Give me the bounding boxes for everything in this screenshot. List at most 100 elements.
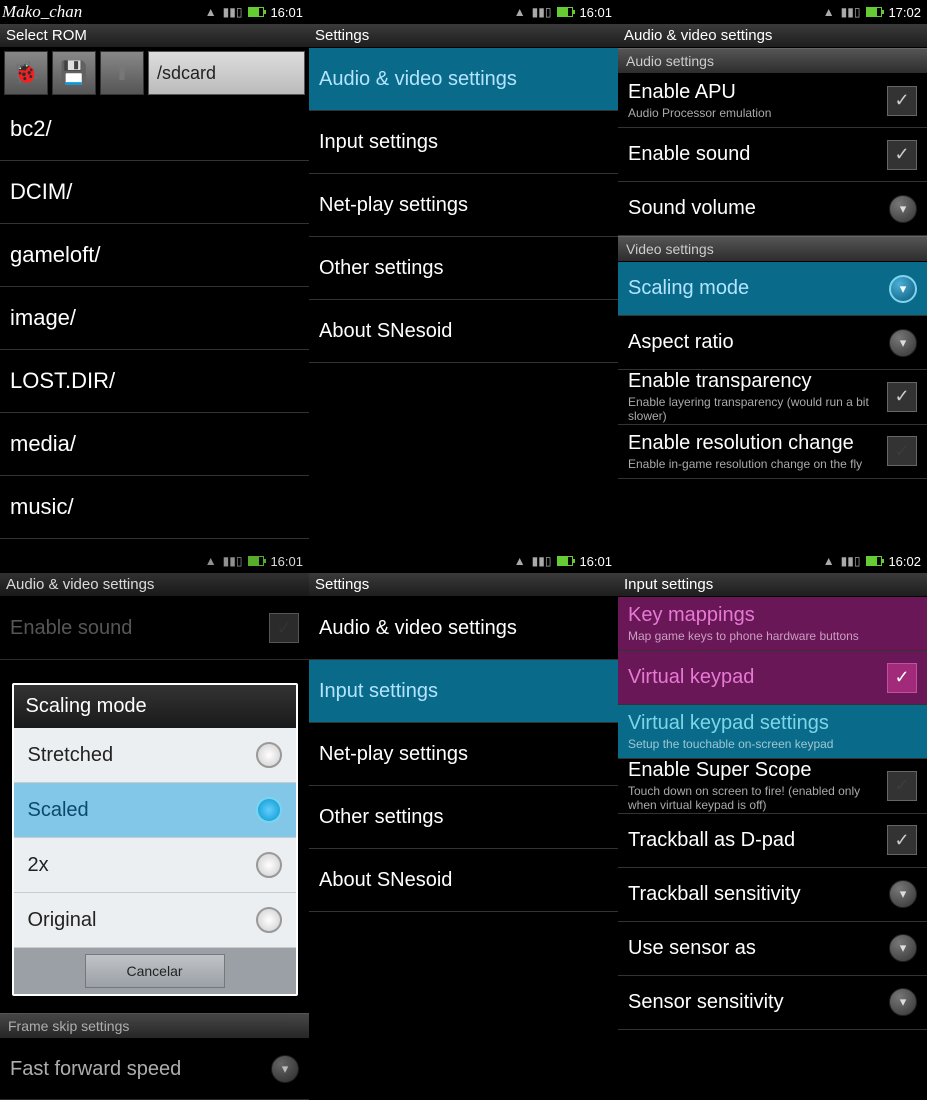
dialog-backdrop[interactable]: Scaling mode Stretched Scaled 2x Origina… — [0, 549, 309, 1100]
setting-sub: Audio Processor emulation — [628, 106, 887, 120]
row-virtual-keypad-settings[interactable]: Virtual keypad settingsSetup the touchab… — [618, 705, 927, 759]
radio[interactable] — [256, 797, 282, 823]
radio[interactable] — [256, 742, 282, 768]
chevron-down-icon[interactable] — [889, 195, 917, 223]
cancel-button[interactable]: Cancelar — [85, 954, 225, 988]
row-sensor-sensitivity[interactable]: Sensor sensitivity — [618, 976, 927, 1030]
row-enable-sound[interactable]: Enable sound — [618, 128, 927, 182]
rom-sdcard-icon[interactable]: 💾 — [52, 51, 96, 95]
rom-up-icon[interactable]: ⬆ — [100, 51, 144, 95]
row-virtual-keypad[interactable]: Virtual keypad — [618, 651, 927, 705]
settings-item-about[interactable]: About SNesoid — [309, 849, 618, 912]
battery-icon — [866, 7, 882, 17]
row-super-scope[interactable]: Enable Super ScopeTouch down on screen t… — [618, 759, 927, 814]
chevron-down-icon[interactable] — [889, 934, 917, 962]
setting-sub: Enable in-game resolution change on the … — [628, 457, 887, 471]
settings-item-label: Net-play settings — [319, 743, 608, 766]
signal-icon: ▮▮▯ — [532, 554, 552, 568]
statusbar: ▲ ▮▮▯ 16:02 — [618, 549, 927, 573]
rom-item[interactable]: media/ — [0, 413, 309, 476]
checkbox[interactable] — [887, 86, 917, 116]
signal-icon: ▮▮▯ — [223, 5, 243, 19]
settings-item-av[interactable]: Audio & video settings — [309, 48, 618, 111]
rom-app-icon[interactable]: 🐞 — [4, 51, 48, 95]
row-key-mappings[interactable]: Key mappingsMap game keys to phone hardw… — [618, 597, 927, 651]
checkbox[interactable] — [887, 771, 917, 801]
row-trackball-dpad[interactable]: Trackball as D-pad — [618, 814, 927, 868]
statusbar: ▲ ▮▮▯ 16:01 — [0, 0, 309, 24]
rom-item[interactable]: LOST.DIR/ — [0, 350, 309, 413]
rom-item[interactable]: gameloft/ — [0, 224, 309, 287]
settings-item-label: About SNesoid — [319, 869, 608, 892]
dialog-option-2x[interactable]: 2x — [14, 838, 296, 893]
settings-item-other[interactable]: Other settings — [309, 237, 618, 300]
dialog-option-scaled[interactable]: Scaled — [14, 783, 296, 838]
settings-item-netplay[interactable]: Net-play settings — [309, 723, 618, 786]
rom-path[interactable]: /sdcard — [148, 51, 305, 95]
statusbar: ▲ ▮▮▯ 17:02 — [618, 0, 927, 24]
settings-item-input[interactable]: Input settings — [309, 660, 618, 723]
settings-item-label: About SNesoid — [319, 320, 608, 343]
row-trackball-sensitivity[interactable]: Trackball sensitivity — [618, 868, 927, 922]
settings-item-av[interactable]: Audio & video settings — [309, 597, 618, 660]
row-enable-apu[interactable]: Enable APUAudio Processor emulation — [618, 74, 927, 128]
setting-sub: Enable layering transparency (would run … — [628, 395, 887, 424]
panel-scaling-dialog: ▲ ▮▮▯ 16:01 Audio & video settings Enabl… — [0, 549, 309, 1100]
panel-select-rom: Mako_chan ▲ ▮▮▯ 16:01 Select ROM 🐞 💾 ⬆ /… — [0, 0, 309, 549]
signal-icon: ▮▮▯ — [841, 5, 861, 19]
page-title: Select ROM — [0, 24, 309, 48]
settings-item-about[interactable]: About SNesoid — [309, 300, 618, 363]
row-scaling-mode[interactable]: Scaling mode — [618, 262, 927, 316]
rom-item[interactable]: bc2/ — [0, 98, 309, 161]
battery-icon — [557, 7, 573, 17]
setting-label: Sound volume — [628, 197, 889, 220]
settings-item-other[interactable]: Other settings — [309, 786, 618, 849]
chevron-down-icon[interactable] — [889, 880, 917, 908]
section-video: Video settings — [618, 236, 927, 262]
panel-settings-1: ▲ ▮▮▯ 16:01 Settings Audio & video setti… — [309, 0, 618, 549]
page-title: Settings — [309, 24, 618, 48]
dialog-option-label: 2x — [28, 854, 256, 877]
setting-label: Trackball sensitivity — [628, 883, 889, 906]
checkbox[interactable] — [887, 436, 917, 466]
wifi-icon: ▲ — [823, 554, 835, 568]
row-sound-volume[interactable]: Sound volume — [618, 182, 927, 236]
chevron-down-icon[interactable] — [889, 988, 917, 1016]
page-title: Settings — [309, 573, 618, 597]
battery-icon — [557, 556, 573, 566]
dialog-footer: Cancelar — [14, 948, 296, 994]
setting-sub: Map game keys to phone hardware buttons — [628, 629, 917, 643]
settings-list: Audio & video settings Input settings Ne… — [309, 48, 618, 549]
signal-icon: ▮▮▯ — [532, 5, 552, 19]
radio[interactable] — [256, 907, 282, 933]
settings-item-label: Input settings — [319, 131, 608, 154]
chevron-down-icon[interactable] — [889, 329, 917, 357]
checkbox[interactable] — [887, 382, 917, 412]
battery-icon — [866, 556, 882, 566]
checkbox[interactable] — [887, 663, 917, 693]
setting-label: Enable transparency — [628, 370, 887, 393]
panel-av-settings: ▲ ▮▮▯ 17:02 Audio & video settings Audio… — [618, 0, 927, 549]
setting-label: Virtual keypad — [628, 666, 887, 689]
checkbox[interactable] — [887, 140, 917, 170]
setting-sub: Setup the touchable on-screen keypad — [628, 737, 917, 751]
dialog-option-original[interactable]: Original — [14, 893, 296, 948]
checkbox[interactable] — [887, 825, 917, 855]
dialog-option-stretched[interactable]: Stretched — [14, 728, 296, 783]
row-aspect-ratio[interactable]: Aspect ratio — [618, 316, 927, 370]
row-use-sensor[interactable]: Use sensor as — [618, 922, 927, 976]
rom-item[interactable]: DCIM/ — [0, 161, 309, 224]
setting-label: Sensor sensitivity — [628, 991, 889, 1014]
row-transparency[interactable]: Enable transparencyEnable layering trans… — [618, 370, 927, 425]
chevron-down-icon[interactable] — [889, 275, 917, 303]
settings-item-label: Audio & video settings — [319, 68, 608, 91]
settings-item-input[interactable]: Input settings — [309, 111, 618, 174]
rom-item[interactable]: music/ — [0, 476, 309, 539]
setting-label: Aspect ratio — [628, 331, 889, 354]
rom-item[interactable]: image/ — [0, 287, 309, 350]
settings-item-netplay[interactable]: Net-play settings — [309, 174, 618, 237]
panel-input-settings: ▲ ▮▮▯ 16:02 Input settings Key mappingsM… — [618, 549, 927, 1100]
row-resolution-change[interactable]: Enable resolution changeEnable in-game r… — [618, 425, 927, 479]
radio[interactable] — [256, 852, 282, 878]
status-time: 16:01 — [270, 5, 303, 20]
